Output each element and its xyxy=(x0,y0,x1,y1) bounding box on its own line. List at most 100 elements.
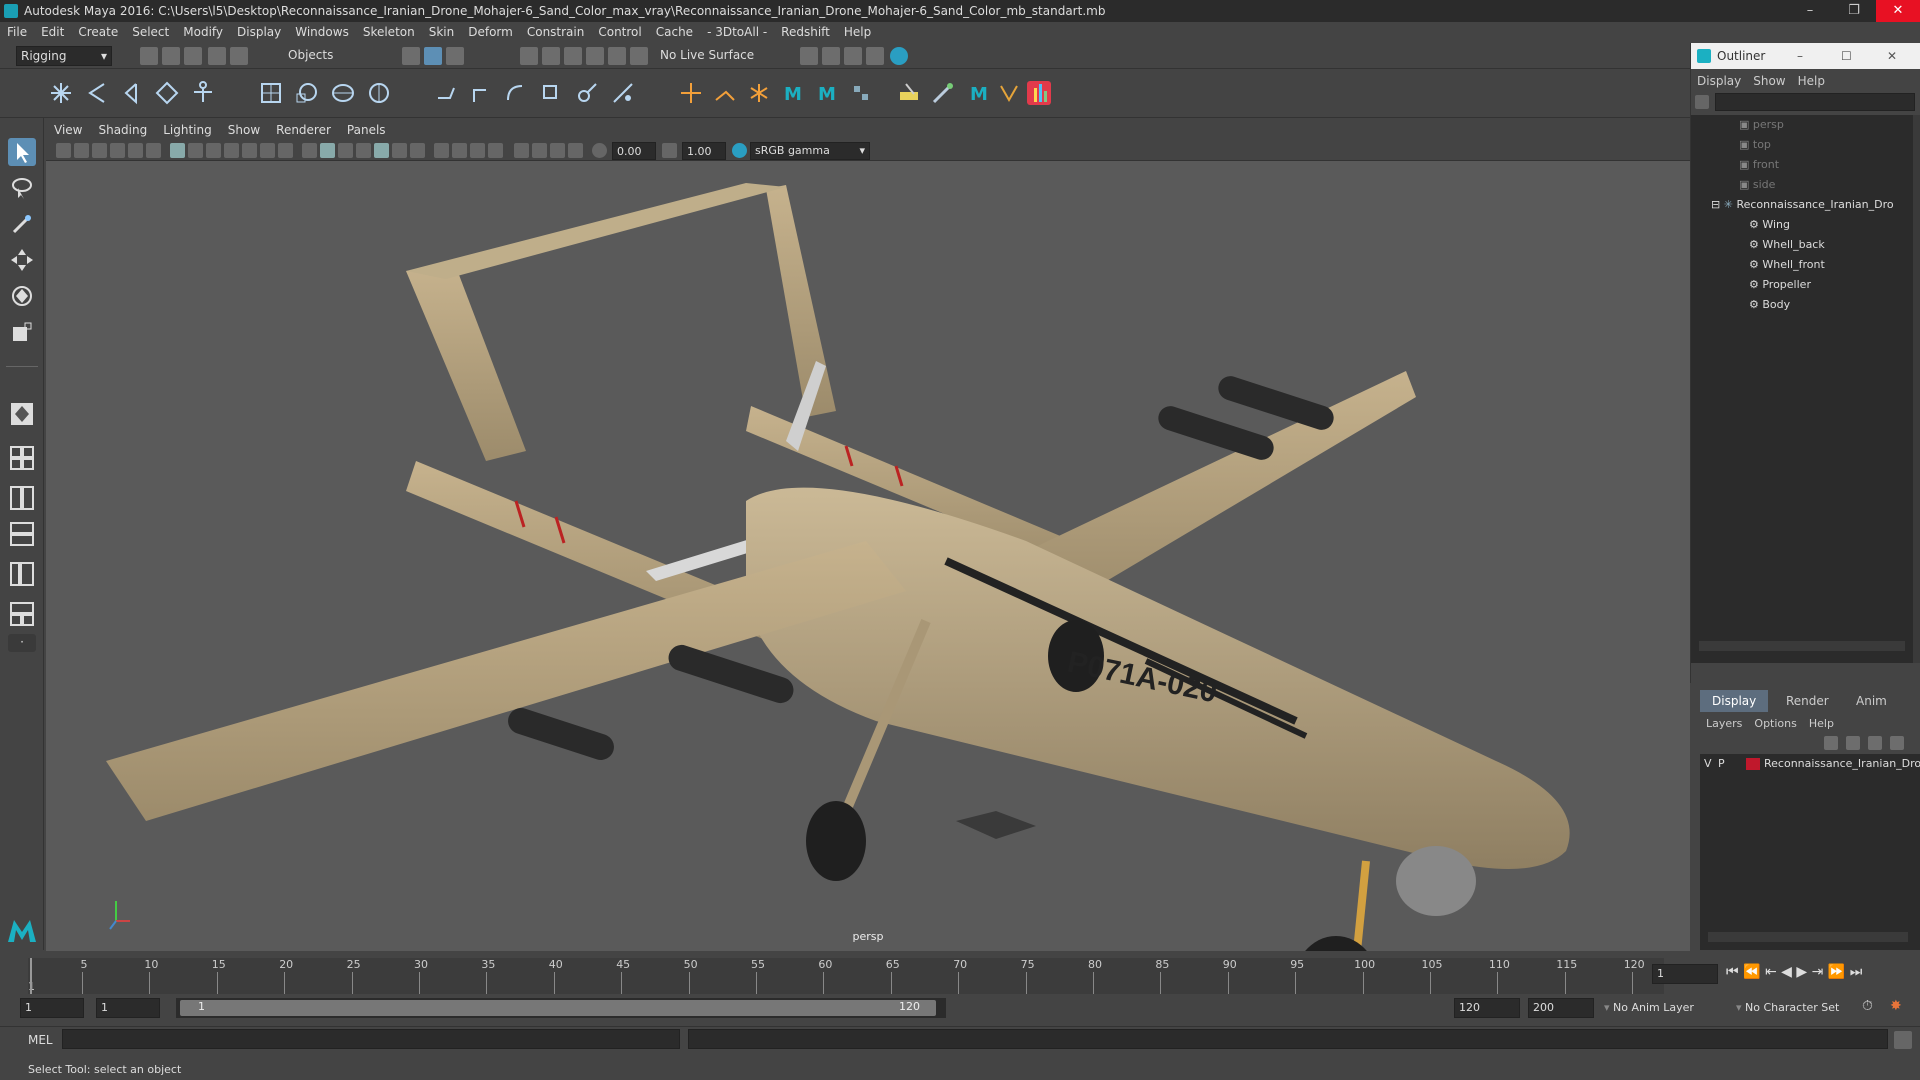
outliner-camera-top[interactable]: ▣ top xyxy=(1691,135,1920,155)
outliner-camera-side[interactable]: ▣ side xyxy=(1691,175,1920,195)
render-settings-icon[interactable] xyxy=(866,47,884,65)
ipr-render-icon[interactable] xyxy=(844,47,862,65)
viewport-menu-panels[interactable]: Panels xyxy=(339,120,394,141)
aim-constraint-icon[interactable] xyxy=(468,80,494,106)
range-bar[interactable]: 1 120 xyxy=(176,998,946,1018)
scale-tool-icon[interactable] xyxy=(8,318,36,346)
script-editor-icon[interactable] xyxy=(1894,1031,1912,1049)
snap-point-icon[interactable] xyxy=(564,47,582,65)
maya-script-2-icon[interactable]: M xyxy=(814,80,840,106)
menu-control[interactable]: Control xyxy=(591,22,648,43)
layer-menu-layers[interactable]: Layers xyxy=(1700,717,1748,730)
view-transform-dropdown[interactable]: sRGB gamma ▾ xyxy=(750,142,870,160)
exposure-icon[interactable] xyxy=(592,143,607,158)
menu-deform[interactable]: Deform xyxy=(461,22,520,43)
select-component-icon[interactable] xyxy=(446,47,464,65)
outliner-camera-persp[interactable]: ▣ persp xyxy=(1691,115,1920,135)
maya-script-icon[interactable]: M xyxy=(780,80,806,106)
auto-key-icon[interactable]: ⏱ xyxy=(1862,998,1873,1014)
viewport-menu-lighting[interactable]: Lighting xyxy=(155,120,220,141)
safe-action-icon[interactable] xyxy=(260,143,275,158)
menu-select[interactable]: Select xyxy=(125,22,176,43)
outliner-node-propeller[interactable]: ⚙ Propeller xyxy=(1691,275,1920,295)
menu-edit[interactable]: Edit xyxy=(34,22,71,43)
animation-end-field[interactable]: 200 xyxy=(1528,998,1594,1018)
grid-toggle-icon[interactable] xyxy=(170,143,185,158)
viewport-menu-view[interactable]: View xyxy=(46,120,90,141)
render-frame-icon[interactable] xyxy=(822,47,840,65)
move-layer-up-icon[interactable] xyxy=(1868,736,1882,750)
select-object-icon[interactable] xyxy=(424,47,442,65)
snap-view-icon[interactable] xyxy=(586,47,604,65)
move-layer-down-icon[interactable] xyxy=(1890,736,1904,750)
v-script-icon[interactable] xyxy=(996,80,1022,106)
play-forward-icon[interactable]: ▶ xyxy=(1796,964,1807,980)
layer-tab-render[interactable]: Render xyxy=(1774,690,1841,712)
current-time-indicator[interactable] xyxy=(30,958,32,994)
menu-file[interactable]: File xyxy=(0,22,34,43)
viewport-menu-show[interactable]: Show xyxy=(220,120,268,141)
play-backward-icon[interactable]: ◀ xyxy=(1781,964,1792,980)
backface-icon[interactable] xyxy=(470,143,485,158)
scale-constraint-icon[interactable] xyxy=(538,80,564,106)
maya-logo-script-icon[interactable]: M xyxy=(966,80,992,106)
gamma-field[interactable]: 1.00 xyxy=(682,142,726,160)
outliner-close-button[interactable]: ✕ xyxy=(1887,43,1897,69)
four-pane-layout-icon[interactable] xyxy=(8,444,36,472)
joint-tool-icon[interactable] xyxy=(48,80,74,106)
ambient-occlusion-icon[interactable] xyxy=(410,143,425,158)
parent-constraint-icon[interactable] xyxy=(574,80,600,106)
layer-visibility-toggle[interactable]: V xyxy=(1704,754,1712,774)
outliner-menu-show[interactable]: Show xyxy=(1747,74,1791,88)
outliner-node-whell-front[interactable]: ⚙ Whell_front xyxy=(1691,255,1920,275)
open-scene-icon[interactable] xyxy=(162,47,180,65)
animation-start-field[interactable]: 1 xyxy=(20,998,84,1018)
select-hierarchy-icon[interactable] xyxy=(402,47,420,65)
multisample-icon[interactable] xyxy=(532,143,547,158)
orient-constraint-icon[interactable] xyxy=(502,80,528,106)
exposure-field[interactable]: 0.00 xyxy=(612,142,656,160)
image-plane-icon[interactable] xyxy=(110,143,125,158)
selection-mode-label[interactable]: Objects xyxy=(288,48,333,62)
ik-handle-icon[interactable] xyxy=(84,80,110,106)
menu-create[interactable]: Create xyxy=(71,22,125,43)
shadows-icon[interactable] xyxy=(392,143,407,158)
step-forward-icon[interactable]: ⏩ xyxy=(1828,964,1845,980)
save-scene-icon[interactable] xyxy=(184,47,202,65)
film-gate-icon[interactable] xyxy=(188,143,203,158)
range-handle[interactable]: 1 120 xyxy=(180,1000,936,1016)
go-to-start-icon[interactable]: ⏮ xyxy=(1726,964,1739,980)
default-material-icon[interactable] xyxy=(338,143,353,158)
menu-windows[interactable]: Windows xyxy=(288,22,356,43)
graph-layout-icon[interactable] xyxy=(8,600,36,628)
magnet-icon[interactable] xyxy=(630,47,648,65)
smooth-shade-icon[interactable] xyxy=(320,143,335,158)
2d-pan-zoom-icon[interactable] xyxy=(128,143,143,158)
go-to-end-icon[interactable]: ⏭ xyxy=(1850,964,1863,980)
undo-icon[interactable] xyxy=(208,47,226,65)
time-ruler[interactable]: 1 51015202530354045505560657075808590951… xyxy=(28,958,1664,994)
point-constraint-icon[interactable] xyxy=(434,80,460,106)
textured-icon[interactable] xyxy=(356,143,371,158)
single-pane-layout-icon[interactable] xyxy=(8,400,36,428)
rotate-tool-icon[interactable] xyxy=(8,282,36,310)
set-key-icon[interactable] xyxy=(746,80,772,106)
close-button[interactable]: ✕ xyxy=(1876,0,1920,22)
menu-3dtoall[interactable]: - 3DtoAll - xyxy=(700,22,774,43)
human-ik-icon[interactable] xyxy=(190,80,216,106)
chart-script-icon[interactable] xyxy=(1026,80,1052,106)
layer-tab-anim[interactable]: Anim xyxy=(1844,690,1899,712)
outliner-maximize-button[interactable]: ☐ xyxy=(1841,43,1852,69)
menu-help[interactable]: Help xyxy=(837,22,878,43)
resolution-gate-icon[interactable] xyxy=(206,143,221,158)
screen-space-icon[interactable] xyxy=(568,143,583,158)
outliner-node-body[interactable]: ⚙ Body xyxy=(1691,295,1920,315)
smooth-bind-icon[interactable] xyxy=(258,80,284,106)
new-layer-selected-icon[interactable] xyxy=(1846,736,1860,750)
menu-skin[interactable]: Skin xyxy=(422,22,462,43)
outliner-v-scrollbar[interactable] xyxy=(1913,115,1920,663)
collapse-icon[interactable]: ⊟ xyxy=(1711,198,1724,211)
current-frame-field[interactable]: 1 xyxy=(1652,964,1718,984)
locator-icon[interactable] xyxy=(678,80,704,106)
step-back-icon[interactable]: ⏪ xyxy=(1743,964,1760,980)
